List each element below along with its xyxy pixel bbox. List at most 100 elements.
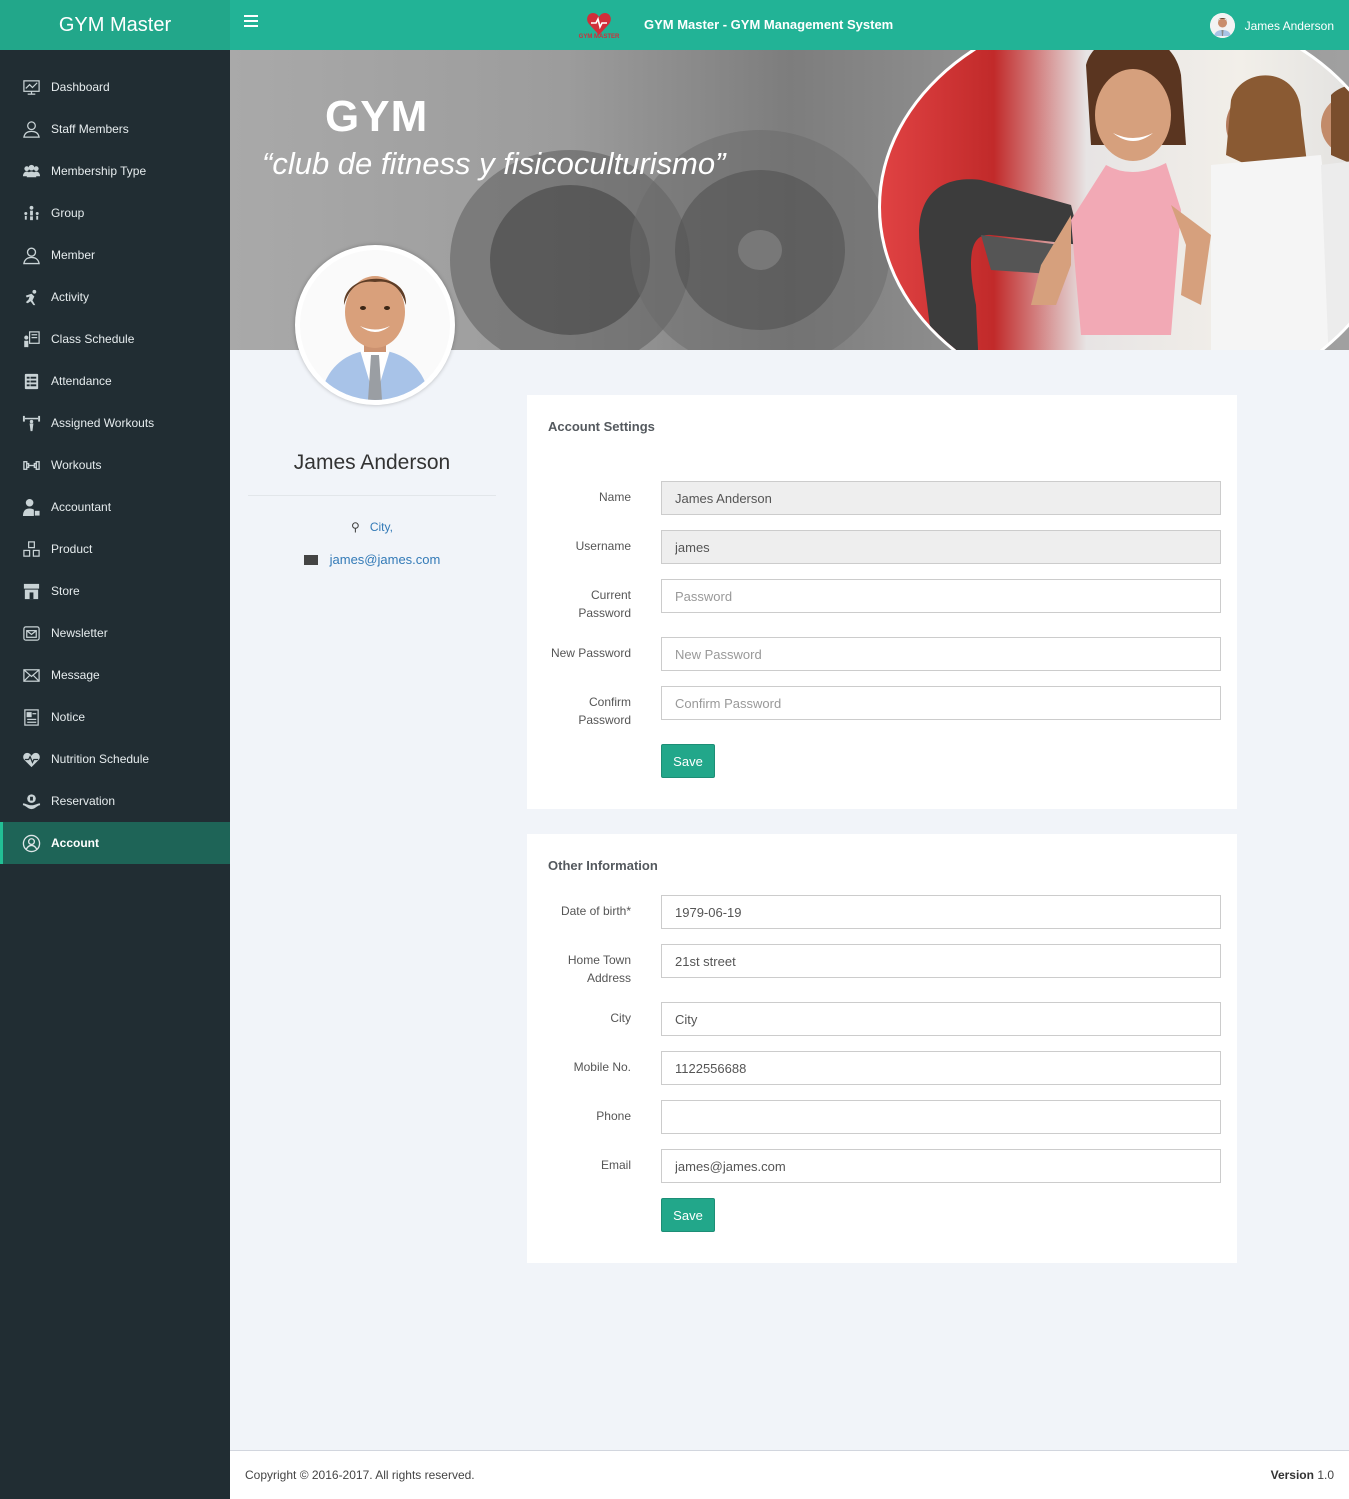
sidebar-item-label: Message [51, 668, 100, 682]
profile-email[interactable]: james@james.com [330, 552, 441, 567]
email-input[interactable] [661, 1149, 1221, 1183]
footer: Copyright © 2016-2017. All rights reserv… [230, 1450, 1349, 1499]
new-password-label: New Password [550, 646, 631, 660]
current-password-input[interactable] [661, 579, 1221, 613]
sidebar-item-reservation[interactable]: Reservation [0, 780, 230, 822]
version-info: Version 1.0 [1271, 1468, 1334, 1482]
user-menu[interactable]: James Anderson [1209, 13, 1334, 38]
sidebar-item-class-schedule[interactable]: Class Schedule [0, 318, 230, 360]
username-input[interactable] [661, 530, 1221, 564]
menu-toggle-icon[interactable] [244, 15, 258, 33]
profile-city[interactable]: City, [370, 520, 393, 534]
sidebar-item-label: Newsletter [51, 626, 108, 640]
account-icon [20, 833, 42, 853]
profile-contact: james@james.com [248, 552, 496, 567]
phone-label: Phone [596, 1109, 631, 1123]
hometown-label-line1: Home Town [567, 953, 631, 967]
reservation-icon [20, 791, 42, 811]
mobile-input[interactable] [661, 1051, 1221, 1085]
sidebar-item-label: Class Schedule [51, 332, 135, 346]
profile-name: James Anderson [293, 451, 451, 474]
version-value: 1.0 [1317, 1468, 1334, 1482]
brand-logo[interactable]: GYM Master [0, 0, 230, 50]
top-navbar: GYM MASTER GYM Master - GYM Management S… [230, 0, 1349, 50]
current-password-label-line1: Current [590, 588, 631, 602]
sidebar-item-accountant[interactable]: Accountant [0, 486, 230, 528]
email-label: Email [600, 1158, 631, 1172]
sidebar-item-assigned-workouts[interactable]: Assigned Workouts [0, 402, 230, 444]
envelope-icon [303, 555, 318, 565]
sidebar-item-label: Account [51, 836, 99, 850]
sidebar-item-label: Reservation [51, 794, 116, 808]
sidebar-item-store[interactable]: Store [0, 570, 230, 612]
sidebar-item-label: Membership Type [51, 164, 147, 178]
sidebar-item-staff-members[interactable]: Staff Members [0, 108, 230, 150]
dob-input[interactable] [661, 895, 1221, 929]
accountant-icon [20, 497, 42, 517]
sidebar-item-activity[interactable]: Activity [0, 276, 230, 318]
staff-icon [20, 119, 42, 139]
user-name: James Anderson [1244, 18, 1334, 33]
sidebar-item-workouts[interactable]: Workouts [0, 444, 230, 486]
sidebar-item-label: Accountant [51, 500, 112, 514]
hometown-label: Home Town Address [527, 951, 631, 987]
sidebar-item-label: Store [51, 584, 80, 598]
system-title: GYM Master - GYM Management System [644, 17, 894, 32]
fitness-photo [878, 50, 1349, 350]
workouts-icon [20, 455, 42, 475]
product-icon [20, 539, 42, 559]
newsletter-icon [20, 623, 42, 643]
avatar [1209, 13, 1235, 38]
phone-input[interactable] [661, 1100, 1221, 1134]
sidebar-item-group[interactable]: Group [0, 192, 230, 234]
current-password-label: Current Password [527, 586, 631, 622]
sidebar-item-newsletter[interactable]: Newsletter [0, 612, 230, 654]
sidebar-item-label: Member [51, 248, 96, 262]
confirm-password-input[interactable] [661, 686, 1221, 720]
sidebar-item-label: Group [51, 206, 85, 220]
sidebar-item-dashboard[interactable]: Dashboard [0, 66, 230, 108]
sidebar-item-label: Workouts [51, 458, 102, 472]
sidebar-item-label: Dashboard [51, 80, 110, 94]
attendance-icon [20, 371, 42, 391]
sidebar-item-member[interactable]: Member [0, 234, 230, 276]
message-icon [20, 665, 42, 685]
confirm-password-label-line1: Confirm [588, 695, 631, 709]
sidebar-item-product[interactable]: Product [0, 528, 230, 570]
sidebar-item-membership-type[interactable]: Membership Type [0, 150, 230, 192]
save-other-info-button[interactable]: Save [661, 1198, 715, 1232]
notice-icon [20, 707, 42, 727]
sidebar-item-attendance[interactable]: Attendance [0, 360, 230, 402]
hometown-input[interactable] [661, 944, 1221, 978]
logo-text: GYM MASTER [578, 34, 620, 40]
sidebar-item-notice[interactable]: Notice [0, 696, 230, 738]
city-input[interactable] [661, 1002, 1221, 1036]
store-icon [20, 581, 42, 601]
other-information-panel: Other Information Date of birth* Home To… [527, 834, 1237, 1263]
sidebar: GYM Master Dashboard Staff Members Membe… [0, 0, 230, 1499]
membership-icon [20, 161, 42, 181]
dob-label: Date of birth* [560, 904, 631, 918]
new-password-input[interactable] [661, 637, 1221, 671]
activity-icon [20, 287, 42, 307]
sidebar-item-label: Activity [51, 290, 90, 304]
class-schedule-icon [20, 329, 42, 349]
sidebar-item-label: Staff Members [51, 122, 129, 136]
sidebar-item-message[interactable]: Message [0, 654, 230, 696]
banner-tagline: “club de fitness y fisicoculturismo” [262, 146, 726, 181]
profile-location: ⚲ City, [248, 520, 496, 534]
map-marker-icon: ⚲ [351, 520, 360, 534]
mobile-label: Mobile No. [573, 1060, 631, 1074]
member-icon [20, 245, 42, 265]
save-account-button[interactable]: Save [661, 744, 715, 778]
version-label: Version [1270, 1468, 1314, 1482]
sidebar-nav: Dashboard Staff Members Membership Type … [0, 50, 230, 864]
hometown-label-line2: Address [586, 971, 631, 985]
assigned-workouts-icon [20, 413, 42, 433]
sidebar-item-account[interactable]: Account [0, 822, 230, 864]
name-input[interactable] [661, 481, 1221, 515]
sidebar-item-nutrition-schedule[interactable]: Nutrition Schedule [0, 738, 230, 780]
username-label: Username [575, 539, 631, 553]
banner-heading: GYM [325, 92, 429, 141]
nutrition-icon [20, 749, 42, 769]
